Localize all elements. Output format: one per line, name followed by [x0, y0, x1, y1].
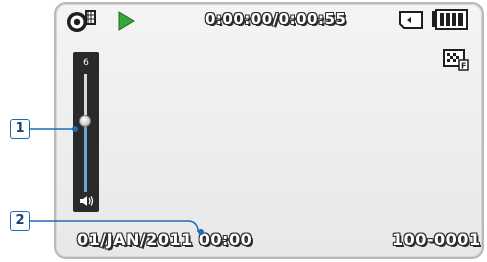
- battery-full-icon: [431, 9, 469, 31]
- file-number: 100-0001: [392, 230, 481, 249]
- timecode-display: 0:00:00/0:00:55: [205, 10, 347, 28]
- memory-card-icon: [398, 10, 424, 30]
- svg-text:F: F: [461, 62, 466, 71]
- image-quality-icon: F: [443, 49, 469, 71]
- callout-1-label: 1: [10, 119, 30, 139]
- volume-slider[interactable]: 6: [73, 52, 99, 212]
- callout-2-label: 2: [10, 211, 30, 231]
- volume-knob[interactable]: [79, 115, 91, 128]
- movie-playback-mode-icon: [66, 9, 98, 35]
- speaker-icon: [79, 192, 95, 206]
- volume-track-empty: [84, 74, 87, 122]
- recording-datetime: 01/JAN/2011 00:00: [77, 230, 253, 249]
- play-icon[interactable]: [117, 11, 135, 31]
- lcd-screen: [54, 2, 484, 259]
- volume-level-value: 6: [83, 58, 89, 68]
- volume-track-fill: [84, 121, 87, 192]
